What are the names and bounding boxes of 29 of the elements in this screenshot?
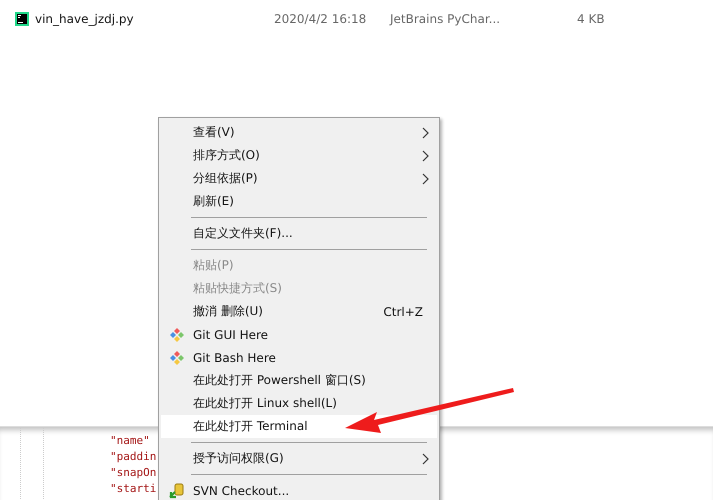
- file-date: 2020/4/2 16:18: [274, 12, 368, 26]
- chevron-right-icon: [422, 150, 429, 162]
- code-line: "snapOn: [110, 465, 156, 481]
- menu-item[interactable]: 在此处打开 Powershell 窗口(S): [161, 369, 437, 392]
- svn-checkout-icon: [169, 482, 185, 498]
- menu-item[interactable]: 刷新(E): [161, 190, 437, 213]
- menu-item[interactable]: 在此处打开 Linux shell(L): [161, 392, 437, 415]
- menu-item[interactable]: 撤消 删除(U) Ctrl+Z: [161, 300, 437, 323]
- menu-item[interactable]: Git GUI Here: [161, 323, 437, 346]
- chevron-right-icon: [422, 172, 429, 184]
- menu-item[interactable]: 授予访问权限(G): [161, 447, 437, 470]
- file-size: 4 KB: [577, 12, 605, 26]
- menu-item[interactable]: 排序方式(O): [161, 144, 437, 167]
- diamond-icon: [170, 328, 184, 342]
- menu-item[interactable]: 查看(V): [161, 121, 437, 144]
- chevron-right-icon: [422, 126, 429, 138]
- menu-item[interactable]: SVN Checkout...: [161, 479, 437, 500]
- code-line: "name": [110, 433, 151, 449]
- diamond-icon: [170, 350, 184, 364]
- code-line: "starti: [110, 481, 156, 497]
- menu-item[interactable]: 分组依据(P): [161, 167, 437, 190]
- python-file-icon: [15, 12, 29, 26]
- file-name[interactable]: vin_have_jzdj.py: [35, 12, 274, 26]
- chevron-right-icon: [422, 452, 429, 464]
- file-type: JetBrains PyChar...: [390, 12, 502, 26]
- menu-item[interactable]: 自定义文件夹(F)...: [161, 222, 437, 245]
- menu-item[interactable]: Git Bash Here: [161, 346, 437, 369]
- menu-item[interactable]: 在此处打开 Terminal: [161, 415, 437, 438]
- code-line: "paddin: [110, 449, 156, 465]
